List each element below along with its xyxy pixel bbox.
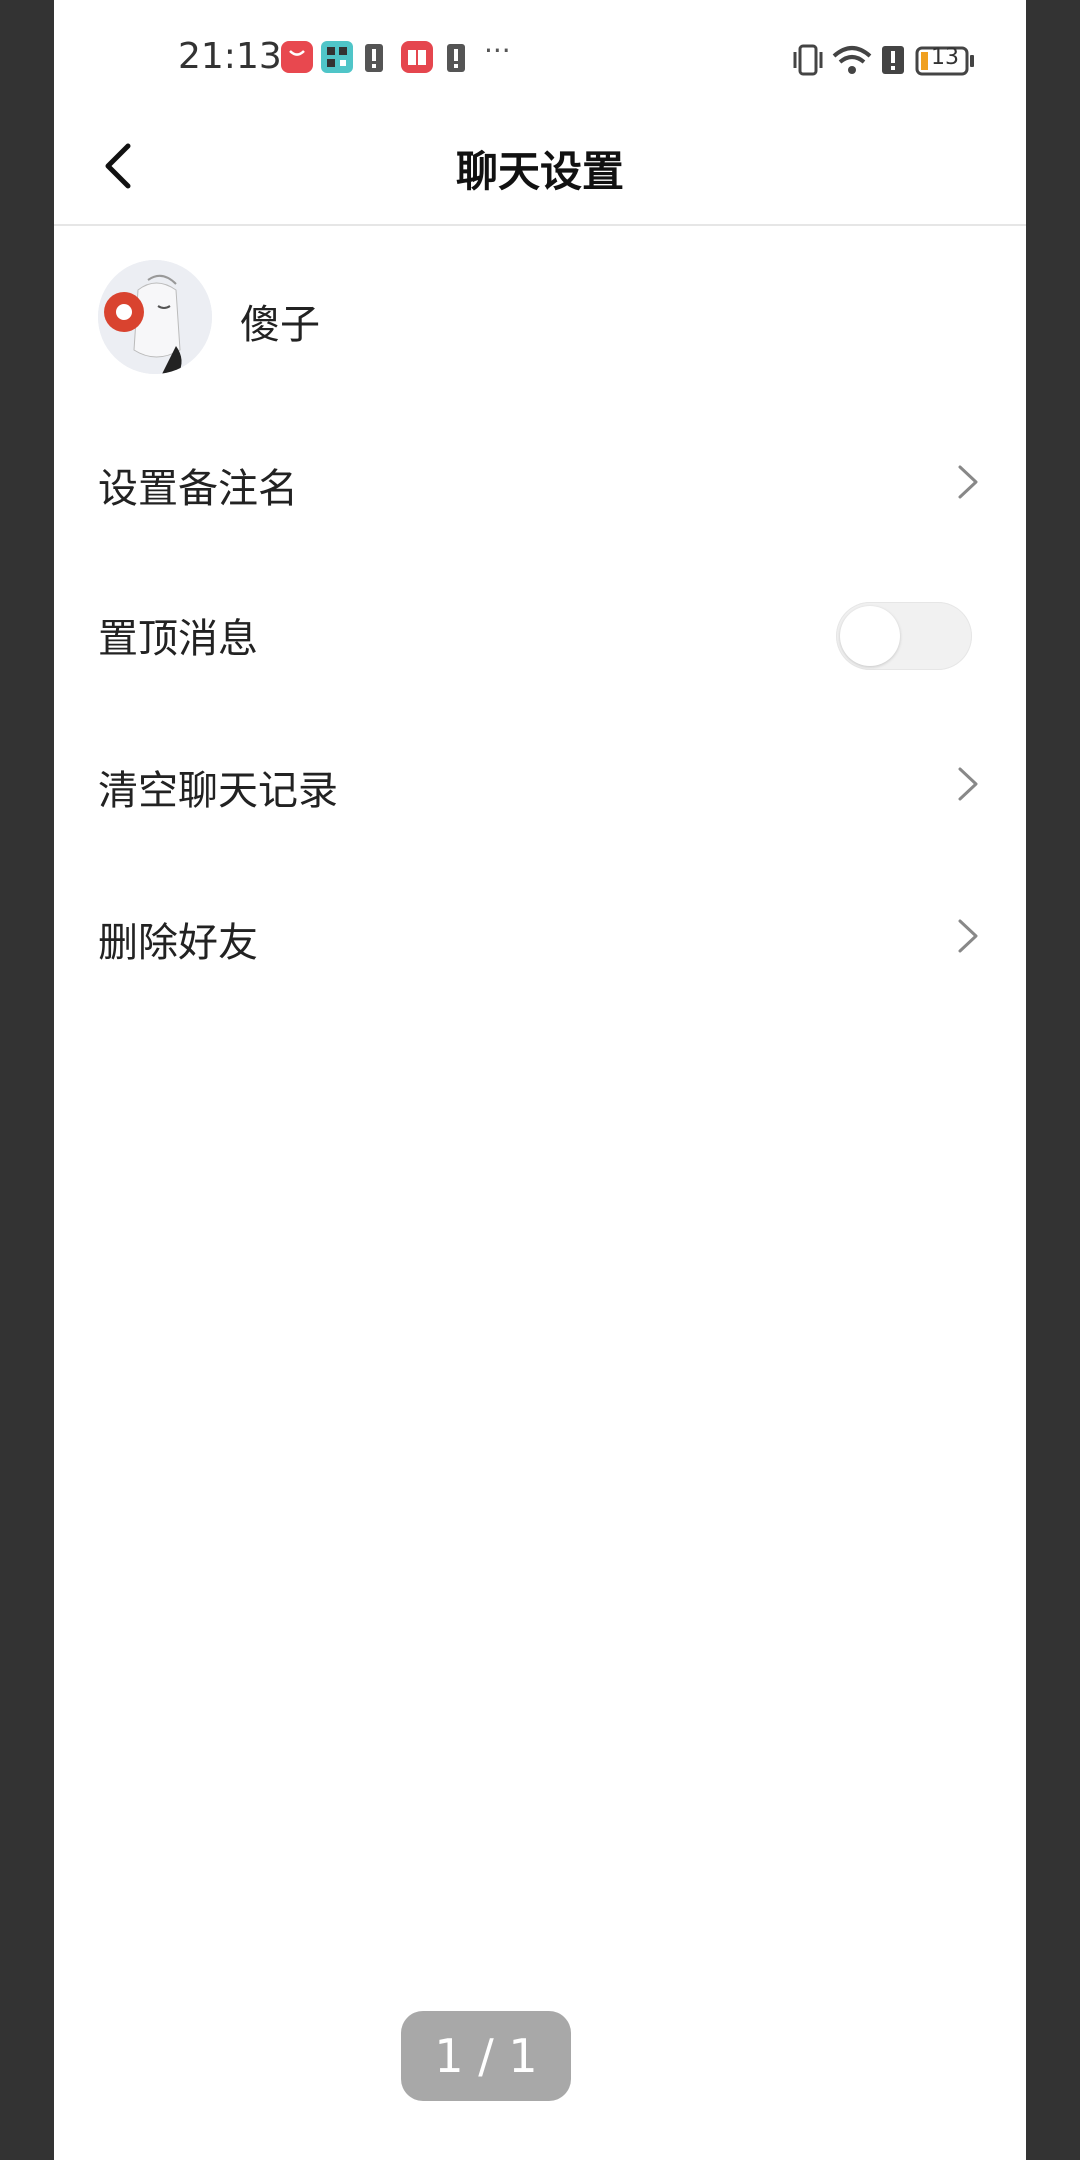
page-title: 聊天设置 — [455, 147, 624, 196]
chat-settings-screen: 21:13 ··· 13 聊天设置 傻子 设置备注名 置顶消息 清空聊天记录 删… — [54, 0, 1026, 2160]
row-label: 删除好友 — [98, 920, 258, 966]
row-label: 设置备注名 — [98, 466, 298, 512]
chevron-right-icon — [958, 919, 978, 953]
chevron-right-icon — [958, 767, 978, 801]
wifi-icon — [832, 46, 872, 74]
app-gallery-icon — [280, 40, 314, 78]
chevron-right-icon — [958, 465, 978, 499]
toggle-knob — [840, 606, 900, 666]
sim-alert-icon — [882, 46, 904, 74]
status-icons-right: 13 — [792, 40, 982, 80]
status-bar: 21:13 ··· 13 — [54, 0, 1026, 116]
navigation-bar: 聊天设置 — [54, 116, 1026, 226]
sim-alert-icon — [446, 40, 466, 78]
row-label: 清空聊天记录 — [98, 768, 338, 814]
row-clear-history[interactable]: 清空聊天记录 — [54, 710, 1026, 860]
friend-name: 傻子 — [240, 302, 320, 348]
sim-alert-icon — [364, 40, 384, 78]
status-time: 21:13 — [178, 36, 282, 77]
avatar[interactable] — [98, 260, 212, 374]
battery-level: 13 — [931, 45, 959, 70]
book-app-icon — [400, 40, 434, 78]
pin-chat-toggle[interactable] — [836, 602, 972, 670]
row-set-remark[interactable]: 设置备注名 — [54, 408, 1026, 558]
more-dots-icon: ··· — [484, 34, 511, 67]
friend-profile[interactable]: 傻子 — [98, 260, 698, 374]
vibrate-icon — [793, 44, 823, 76]
row-label: 置顶消息 — [98, 616, 258, 662]
row-delete-friend[interactable]: 删除好友 — [54, 862, 1026, 1012]
qr-app-icon — [320, 40, 354, 78]
page-indicator: 1 / 1 — [401, 2011, 571, 2101]
row-pin-chat: 置顶消息 — [54, 558, 1026, 708]
